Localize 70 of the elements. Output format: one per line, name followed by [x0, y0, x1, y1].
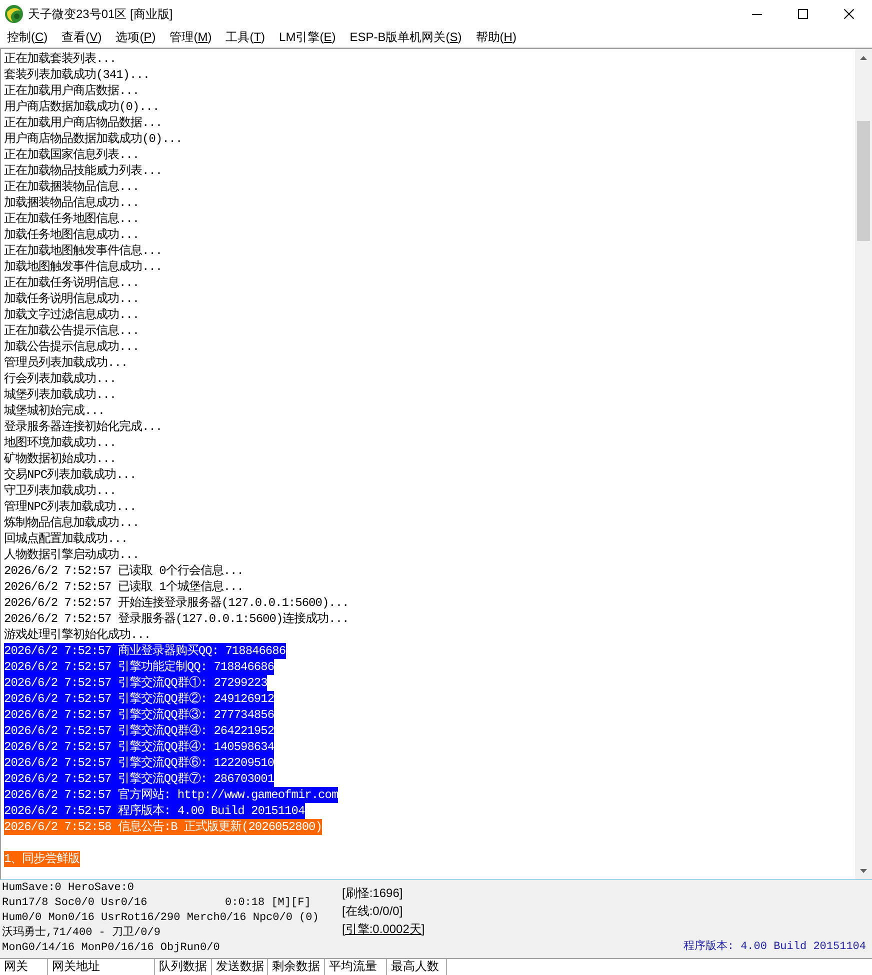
column-header[interactable]: 网关: [0, 959, 48, 975]
log-line: 城堡城初始完成...: [4, 403, 105, 419]
log-line: 用户商店物品数据加载成功(0)...: [4, 131, 182, 147]
log-line: 套装列表加载成功(341)...: [4, 67, 150, 83]
scrollbar-track[interactable]: [855, 49, 872, 879]
log-line: 加载文字过滤信息成功...: [4, 307, 140, 323]
log-line: 2026/6/2 7:52:57 已读取 0个行会信息...: [4, 563, 244, 579]
status-text: MonG0/14/16 MonP0/16/16 ObjRun0/0: [2, 942, 220, 954]
log-line: 加载地图触发事件信息成功...: [4, 259, 162, 275]
globe-icon: [5, 5, 23, 23]
menu-item[interactable]: ESP-B版单机网关(S): [342, 29, 469, 46]
log-line: 炼制物品信息加载成功...: [4, 515, 140, 531]
log-line: 游戏处理引擎初始化成功...: [4, 627, 151, 643]
uptime-text: 0:0:18 [M][F]: [225, 896, 311, 911]
column-header[interactable]: 发送数据: [212, 959, 268, 975]
log-line: 正在加载国家信息列表...: [4, 147, 140, 163]
log-line: 2026/6/2 7:52:57 登录服务器(127.0.0.1:5600)连接成功...: [4, 611, 349, 627]
column-header[interactable]: 队列数据: [155, 959, 212, 975]
caret-up-icon: [860, 56, 867, 60]
column-header[interactable]: 网关地址: [48, 959, 155, 975]
menu-item[interactable]: 管理(M): [162, 29, 219, 46]
window-title: 天子微变23号01区 [商业版]: [28, 6, 173, 22]
log-line: 正在加载物品技能威力列表...: [4, 163, 162, 179]
column-header[interactable]: 最高人数: [387, 959, 447, 975]
stat-label: [刷怪:1696]: [342, 886, 403, 900]
log-line: 正在加载公告提示信息...: [4, 323, 140, 339]
menu-item[interactable]: 工具(T): [218, 29, 272, 46]
log-line: 人物数据引擎启动成功...: [4, 547, 140, 563]
log-line: 正在加载地图触发事件信息...: [4, 243, 162, 259]
maximize-icon: [798, 9, 808, 19]
close-icon: [844, 9, 854, 19]
caret-down-icon: [860, 868, 867, 872]
log-line: 加载任务说明信息成功...: [4, 291, 140, 307]
log-line: 行会列表加载成功...: [4, 371, 116, 387]
log-line: 加载捆装物品信息成功...: [4, 195, 140, 211]
log-line: 正在加载任务地图信息...: [4, 211, 140, 227]
log-line: 正在加载用户商店数据...: [4, 83, 140, 99]
log-line: 城堡列表加载成功...: [4, 387, 116, 403]
log-line: 管理员列表加载成功...: [4, 355, 128, 371]
log-line: 登录服务器连接初始化完成...: [4, 419, 162, 435]
log-line: 2026/6/2 7:52:57 已读取 1个城堡信息...: [4, 579, 244, 595]
log-line: 加载任务地图信息成功...: [4, 227, 140, 243]
log-line: 正在加载用户商店物品数据...: [4, 115, 162, 131]
status-text: HumSave:0 HeroSave:0: [2, 882, 134, 894]
column-header[interactable]: 平均流量: [325, 959, 387, 975]
log-line: 正在加载捆装物品信息...: [4, 179, 140, 195]
version-label: 程序版本: 4.00 Build 20151104: [683, 940, 867, 955]
log-line: 交易NPC列表加载成功...: [4, 467, 136, 483]
log-line: 管理NPC列表加载成功...: [4, 499, 136, 515]
stat-label: [在线:0/0/0]: [342, 904, 403, 918]
log-line: 矿物数据初始成功...: [4, 451, 116, 467]
scroll-thumb[interactable]: [857, 121, 870, 241]
status-text: Hum0/0 Mon0/16 UsrRot16/290 Merch0/16 Npc0/0 (0): [2, 912, 319, 924]
menu-item[interactable]: LM引擎(E): [272, 29, 343, 46]
stat-label: [引擎:0.0002天]: [342, 922, 425, 936]
log-line: 守卫列表加载成功...: [4, 483, 116, 499]
menu-item[interactable]: 控制(C): [0, 29, 55, 46]
status-text: 沃玛勇士,71/400 - 刀卫/0/9: [2, 927, 160, 939]
log-line: 加载公告提示信息成功...: [4, 339, 140, 355]
log-line: 用户商店数据加载成功(0)...: [4, 99, 160, 115]
log-line: 正在加载套装列表...: [4, 51, 116, 67]
log-line: 地图环境加载成功...: [4, 435, 116, 451]
log-line: 回城点配置加载成功...: [4, 531, 128, 547]
log-line: 正在加载任务说明信息...: [4, 275, 140, 291]
column-header[interactable]: 剩余数据: [268, 959, 325, 975]
log-line: 2026/6/2 7:52:57 开始连接登录服务器(127.0.0.1:5600)...: [4, 595, 349, 611]
menu-item[interactable]: 帮助(H): [468, 29, 524, 46]
status-text: Run17/8 Soc0/0 Usr0/16: [2, 896, 148, 911]
menu-item[interactable]: 选项(P): [108, 29, 163, 46]
menu-item[interactable]: 查看(V): [54, 29, 109, 46]
